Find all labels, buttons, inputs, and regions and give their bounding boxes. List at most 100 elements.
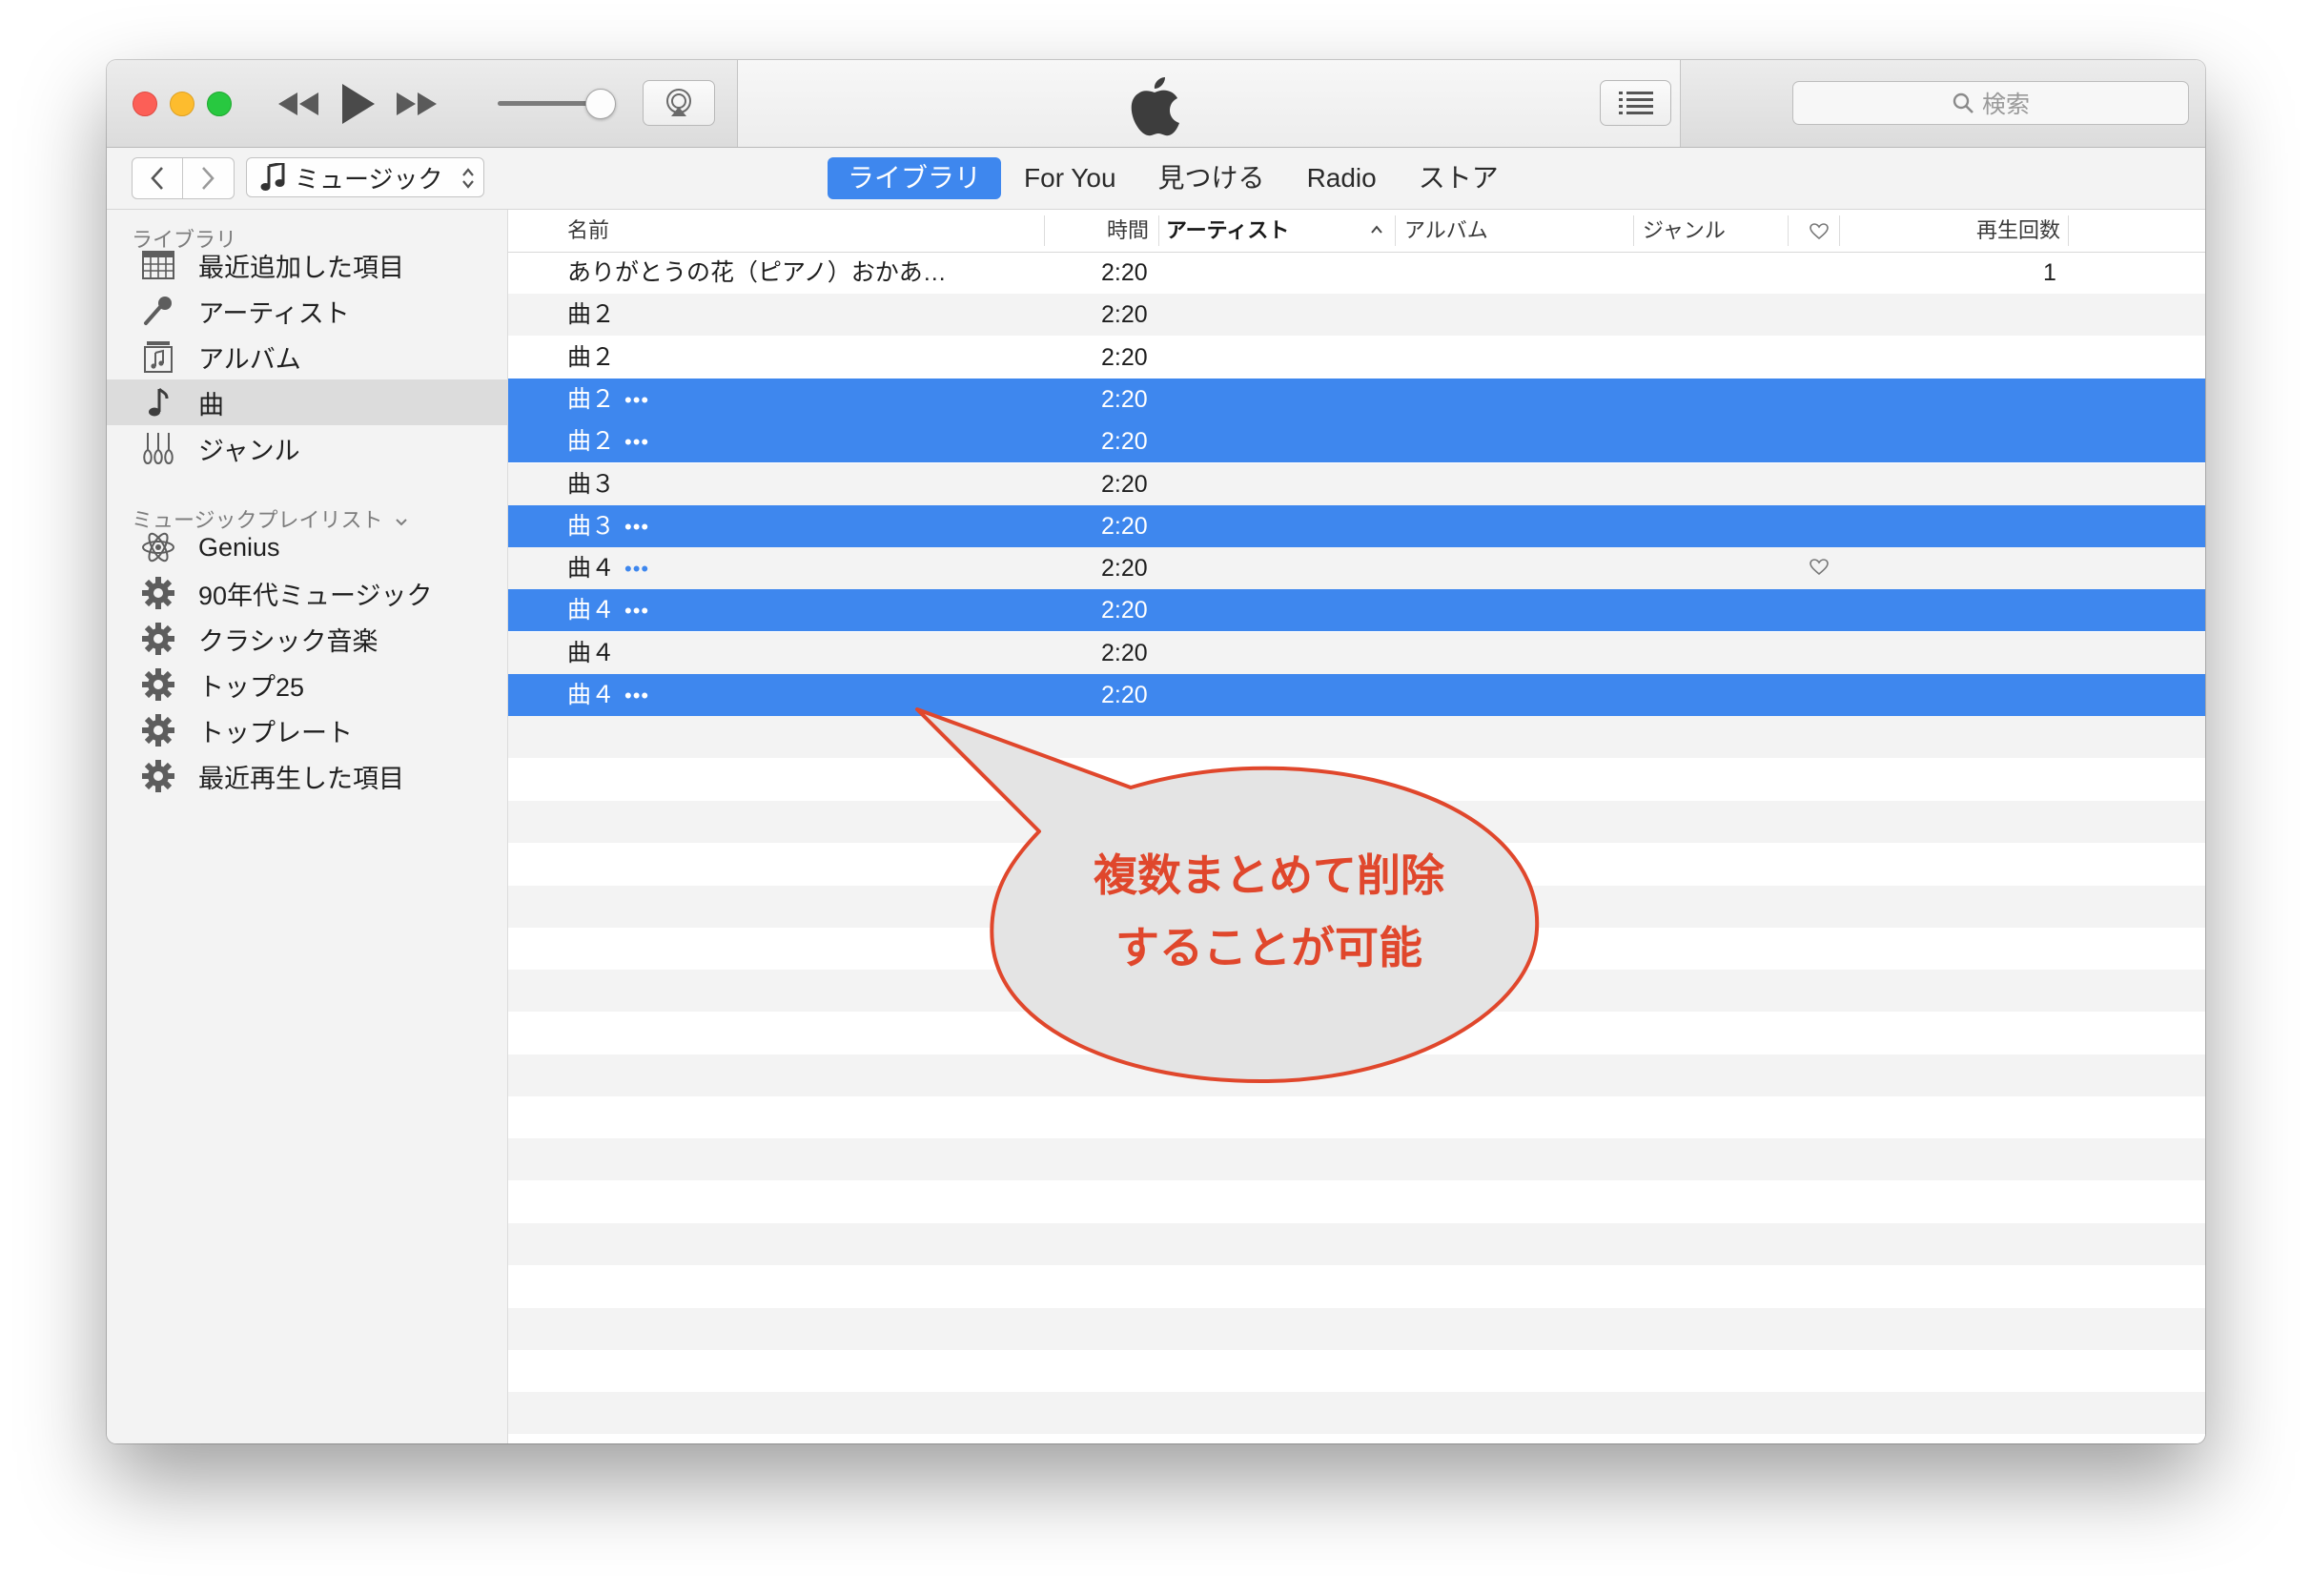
up-next-list-button[interactable] — [1600, 80, 1671, 126]
table-row[interactable]: 曲２ 2:20 — [508, 294, 2205, 337]
sidebar-item-genres[interactable]: ジャンル — [107, 425, 507, 471]
table-row[interactable]: 曲３ ••• 2:20 — [508, 504, 2205, 547]
song-time: 2:20 — [1101, 385, 1148, 413]
more-options-icon[interactable]: ••• — [624, 430, 649, 454]
sidebar-item-playlist[interactable]: クラシック音楽 — [107, 616, 507, 662]
table-row[interactable]: 曲３ 2:20 — [508, 462, 2205, 505]
rewind-button[interactable] — [275, 87, 322, 121]
tab-library[interactable]: ライブラリ — [828, 157, 1002, 199]
sidebar-item-label: 90年代ミュージック — [198, 581, 433, 610]
song-name-cell: 曲２ ••• — [567, 420, 649, 462]
minimize-window-button[interactable] — [170, 92, 194, 116]
volume-knob[interactable] — [585, 89, 616, 119]
empty-table-row — [508, 1434, 2205, 1443]
more-options-icon[interactable]: ••• — [624, 599, 649, 623]
close-window-button[interactable] — [133, 92, 157, 116]
back-button[interactable] — [133, 158, 183, 198]
tab-for-you[interactable]: For You — [1005, 157, 1135, 199]
sidebar-item-artists[interactable]: アーティスト — [107, 288, 507, 334]
navigation-bar: ミュージック ライブラリ For You 見つける Radio ストア — [107, 148, 2205, 210]
smart-playlist-gear-icon — [142, 668, 174, 701]
empty-table-row — [508, 1054, 2205, 1096]
sidebar-item-label: アルバム — [198, 344, 301, 374]
toolbar: 検索 — [107, 60, 2205, 148]
sidebar-item-playlist[interactable]: 90年代ミュージック — [107, 570, 507, 616]
sidebar-item-label: クラシック音楽 — [198, 626, 378, 656]
play-button[interactable] — [334, 79, 381, 129]
empty-table-row — [508, 759, 2205, 801]
media-kind-selector[interactable]: ミュージック — [246, 157, 484, 197]
tab-store[interactable]: ストア — [1400, 157, 1518, 199]
song-name: 曲４ — [567, 555, 616, 583]
table-row[interactable]: 曲２ 2:20 — [508, 337, 2205, 379]
song-name-cell: 曲３ ••• — [567, 505, 649, 547]
tab-browse[interactable]: 見つける — [1139, 157, 1284, 199]
tab-radio[interactable]: Radio — [1288, 157, 1396, 199]
column-header-genre[interactable]: ジャンル — [1643, 210, 1726, 252]
media-kind-label: ミュージック — [295, 164, 443, 194]
empty-table-row — [508, 1392, 2205, 1435]
sort-ascending-icon — [1371, 225, 1382, 234]
column-header-album[interactable]: アルバム — [1404, 210, 1488, 252]
empty-table-row — [508, 1350, 2205, 1392]
column-header-name[interactable]: 名前 — [567, 210, 609, 252]
sidebar-item-playlist[interactable]: トップレート — [107, 707, 507, 753]
song-time: 2:20 — [1101, 512, 1148, 540]
more-options-icon[interactable]: ••• — [624, 557, 649, 581]
column-header-plays[interactable]: 再生回数 — [1976, 210, 2060, 252]
table-row[interactable]: 曲４ ••• 2:20 — [508, 547, 2205, 590]
microphone-icon — [144, 297, 172, 325]
song-table: 名前 時間 アーティスト アルバム ジャンル 再生回数 ありがとうの花（ピアノ）… — [508, 210, 2205, 1443]
song-name-cell: 曲４ ••• — [567, 674, 649, 716]
more-options-icon[interactable]: ••• — [624, 388, 649, 412]
sidebar-item-genius[interactable]: Genius — [107, 524, 507, 570]
fast-forward-button[interactable] — [393, 87, 440, 121]
play-icon — [342, 84, 375, 124]
empty-table-row — [508, 1181, 2205, 1223]
search-field[interactable]: 検索 — [1792, 81, 2189, 125]
zoom-window-button[interactable] — [207, 92, 232, 116]
song-name: ありがとうの花（ピアノ）おかあ… — [567, 259, 947, 286]
table-row[interactable]: 曲２ ••• 2:20 — [508, 420, 2205, 463]
forward-button[interactable] — [183, 158, 233, 198]
lcd-display — [737, 60, 1681, 147]
song-name-cell: ありがとうの花（ピアノ）おかあ… — [567, 252, 947, 294]
heart-icon[interactable] — [1810, 559, 1829, 576]
sidebar-item-playlist[interactable]: 最近再生した項目 — [107, 753, 507, 799]
table-row[interactable]: 曲４ 2:20 — [508, 631, 2205, 674]
heart-icon[interactable] — [1810, 223, 1829, 240]
song-name-cell: 曲２ ••• — [567, 379, 649, 420]
airplay-button[interactable] — [643, 80, 715, 126]
song-name: 曲３ — [567, 512, 616, 540]
table-row[interactable]: ありがとうの花（ピアノ）おかあ… 2:20 1 — [508, 252, 2205, 294]
sidebar-item-songs[interactable]: 曲 — [107, 379, 507, 425]
smart-playlist-gear-icon — [142, 623, 174, 655]
sidebar: ライブラリ 最近追加した項目 アーティスト アルバム 曲 ジャンル ミュージック… — [107, 210, 508, 1443]
column-header-time[interactable]: 時間 — [1107, 210, 1149, 252]
sidebar-item-label: ジャンル — [198, 436, 300, 465]
more-options-icon[interactable]: ••• — [624, 515, 649, 539]
song-name: 曲４ — [567, 639, 616, 666]
sidebar-item-albums[interactable]: アルバム — [107, 334, 507, 379]
song-name-cell: 曲２ — [567, 294, 615, 336]
table-row[interactable]: 曲２ ••• 2:20 — [508, 378, 2205, 420]
chevron-left-icon — [151, 167, 163, 190]
song-name-cell: 曲３ — [567, 463, 615, 505]
empty-table-row — [508, 716, 2205, 759]
table-row[interactable]: 曲４ ••• 2:20 — [508, 589, 2205, 632]
empty-table-row — [508, 1307, 2205, 1350]
back-forward-control — [132, 157, 235, 199]
song-name-cell: 曲２ — [567, 337, 615, 379]
column-header-artist[interactable]: アーティスト — [1166, 210, 1289, 252]
rewind-icon — [278, 92, 318, 115]
more-options-icon[interactable]: ••• — [624, 684, 649, 707]
genius-atom-icon — [142, 532, 174, 563]
song-time: 2:20 — [1101, 639, 1148, 666]
sidebar-item-playlist[interactable]: トップ25 — [107, 662, 507, 707]
table-row[interactable]: 曲４ ••• 2:20 — [508, 674, 2205, 716]
sidebar-item-label: 曲 — [198, 390, 224, 419]
song-name: 曲３ — [567, 470, 616, 498]
callout-text: 複数まとめて削除 することが可能 — [997, 839, 1541, 984]
sidebar-item-recently-added[interactable]: 最近追加した項目 — [107, 242, 507, 288]
song-time: 2:20 — [1101, 470, 1148, 498]
